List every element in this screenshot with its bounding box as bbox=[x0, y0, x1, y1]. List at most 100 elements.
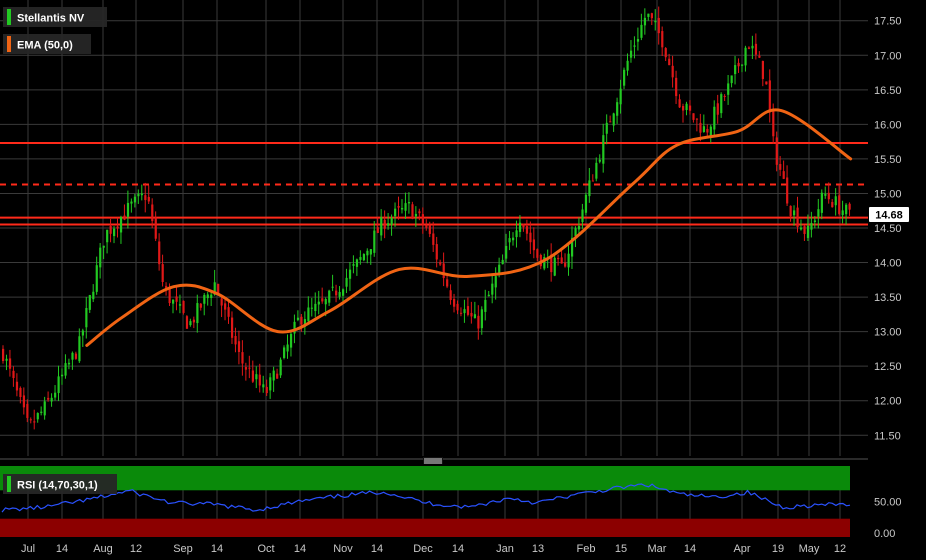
candle-body bbox=[286, 344, 289, 352]
price-tick-label: 14.50 bbox=[874, 223, 902, 235]
candle-body bbox=[640, 24, 643, 38]
candle-body bbox=[591, 180, 594, 182]
candle-body bbox=[359, 257, 362, 260]
candle-body bbox=[175, 296, 178, 302]
candle-body bbox=[251, 370, 254, 382]
stock-chart[interactable]: 11.50 12.00 12.50 13.00 13.50 14.00 14.50 15.00… bbox=[0, 0, 926, 560]
candle-body bbox=[189, 321, 192, 326]
legend-instrument[interactable]: Stellantis NV bbox=[3, 7, 107, 27]
candle-body bbox=[113, 228, 116, 237]
candle-body bbox=[453, 298, 456, 307]
candle-body bbox=[650, 13, 653, 19]
candle-body bbox=[133, 196, 137, 203]
candle-body bbox=[761, 60, 764, 79]
candle-body bbox=[387, 223, 390, 226]
candle-body bbox=[88, 295, 91, 310]
time-tick-label: Nov bbox=[333, 543, 353, 555]
candle-body bbox=[335, 290, 338, 296]
candle-body bbox=[598, 159, 601, 162]
candle-body bbox=[394, 208, 397, 217]
candle-body bbox=[203, 294, 206, 304]
candle-body bbox=[390, 217, 393, 225]
candle-body bbox=[74, 353, 78, 359]
candle-body bbox=[206, 294, 209, 299]
candle-body bbox=[362, 254, 366, 261]
candle-body bbox=[317, 301, 320, 305]
candle-body bbox=[109, 225, 112, 234]
candle-body bbox=[532, 239, 536, 251]
panel-resize-handle[interactable] bbox=[423, 457, 443, 464]
candle-body bbox=[793, 210, 796, 216]
candle-body bbox=[29, 419, 32, 421]
price-tick-label: 12.50 bbox=[874, 361, 902, 373]
candle-body bbox=[688, 105, 692, 111]
candle-body bbox=[484, 299, 487, 312]
candle-body bbox=[734, 65, 737, 75]
time-tick-label: 15 bbox=[615, 543, 627, 555]
candle-body bbox=[612, 113, 615, 126]
candle-body bbox=[373, 230, 376, 253]
candle-body bbox=[248, 367, 251, 369]
candle-body bbox=[296, 317, 300, 320]
time-tick-label: 19 bbox=[772, 543, 784, 555]
candle-body bbox=[786, 177, 789, 204]
time-tick-label: Jan bbox=[496, 543, 514, 555]
candle-body bbox=[803, 226, 806, 234]
time-tick-label: 14 bbox=[56, 543, 68, 555]
candle-body bbox=[810, 222, 813, 230]
legend-instrument-label: Stellantis NV bbox=[17, 13, 85, 25]
candle-body bbox=[265, 386, 268, 394]
candle-body bbox=[466, 306, 470, 315]
candle-body bbox=[276, 373, 279, 379]
legend-ema[interactable]: EMA (50,0) bbox=[3, 34, 91, 54]
candle-body bbox=[307, 307, 310, 322]
candle-body bbox=[584, 194, 588, 213]
candle-body bbox=[668, 58, 671, 66]
candle-body bbox=[487, 294, 490, 297]
candle-body bbox=[43, 401, 46, 416]
candle-body bbox=[751, 45, 754, 49]
candle-body bbox=[619, 88, 622, 105]
candle-body bbox=[616, 102, 619, 116]
candle-body bbox=[553, 257, 556, 276]
candle-body bbox=[720, 94, 723, 114]
candle-body bbox=[36, 413, 39, 420]
candle-body bbox=[730, 75, 733, 84]
candle-body bbox=[747, 47, 751, 49]
price-tick-label: 15.00 bbox=[874, 188, 902, 200]
candle-body bbox=[328, 290, 331, 303]
candle-body bbox=[706, 128, 709, 133]
candle-body bbox=[421, 214, 424, 225]
candle-body bbox=[182, 300, 185, 313]
candle-body bbox=[220, 298, 223, 306]
candle-body bbox=[95, 265, 98, 292]
candle-body bbox=[623, 69, 626, 86]
candle-body bbox=[199, 303, 202, 308]
candle-body bbox=[140, 193, 143, 196]
candle-body bbox=[428, 225, 431, 234]
candle-body bbox=[172, 299, 175, 304]
candle-body bbox=[355, 259, 359, 267]
candle-body bbox=[71, 352, 74, 360]
candle-body bbox=[536, 249, 539, 258]
candle-body bbox=[383, 219, 386, 229]
candle-body bbox=[654, 20, 657, 23]
candle-body bbox=[85, 308, 88, 328]
candle-body bbox=[664, 48, 667, 58]
candle-body bbox=[269, 377, 272, 391]
candle-body bbox=[577, 226, 581, 230]
legend-rsi[interactable]: RSI (14,70,30,1) bbox=[3, 474, 117, 494]
candle-body bbox=[831, 201, 834, 208]
candle-body bbox=[494, 276, 497, 288]
time-tick-label: Mar bbox=[648, 543, 667, 555]
time-tick-label: 14 bbox=[452, 543, 464, 555]
candle-body bbox=[518, 222, 522, 232]
price-tick-label: 14.00 bbox=[874, 258, 902, 270]
candle-body bbox=[477, 315, 480, 329]
candle-body bbox=[234, 335, 237, 345]
time-tick-label: Sep bbox=[173, 543, 193, 555]
price-tick-label: 17.00 bbox=[874, 50, 902, 62]
candle-body bbox=[33, 421, 36, 423]
candle-body bbox=[435, 244, 438, 260]
candle-body bbox=[463, 309, 466, 314]
